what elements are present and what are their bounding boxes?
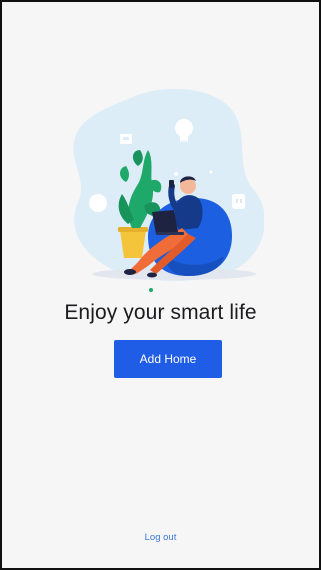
app-screen: Enjoy your smart life Add Home Log out xyxy=(0,0,321,570)
indicator-dot xyxy=(149,288,153,292)
phone xyxy=(169,180,174,188)
person-shoe xyxy=(124,269,136,275)
add-home-label: Add Home xyxy=(139,352,197,366)
page-title: Enjoy your smart life xyxy=(64,301,257,324)
laptop xyxy=(152,210,178,234)
logout-link[interactable]: Log out xyxy=(2,532,319,543)
speaker-icon xyxy=(89,194,107,212)
person-shoe xyxy=(147,272,157,278)
sparkle-dot xyxy=(209,170,213,174)
socket-icon xyxy=(232,194,245,209)
plant-pot xyxy=(120,230,146,258)
smart-home-illustration xyxy=(73,88,264,292)
sparkle-dot xyxy=(174,172,178,176)
tv-icon xyxy=(120,134,132,144)
add-home-button[interactable]: Add Home xyxy=(114,340,222,378)
laptop-base xyxy=(156,232,184,235)
